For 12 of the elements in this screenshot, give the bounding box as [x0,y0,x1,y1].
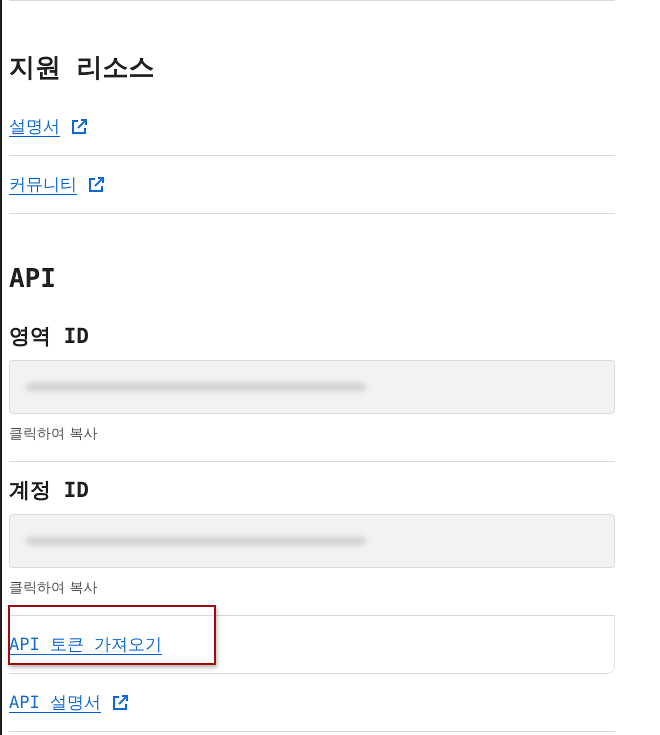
id-field[interactable] [9,360,615,414]
link[interactable]: API 설명서 [9,691,101,714]
copy-hint: 클릭하여 복사 [9,579,98,598]
field-label: 계정 ID [9,477,90,504]
section-heading: 지원 리소스 [9,52,156,85]
link[interactable]: 커뮤니티 [9,173,77,196]
section-heading: API [9,263,57,296]
field-label: 영역 ID [9,323,90,350]
link[interactable]: API 토큰 가져오기 [9,633,162,656]
link[interactable]: 설명서 [9,115,60,138]
copy-hint: 클릭하여 복사 [9,425,98,444]
id-field[interactable] [9,514,615,568]
